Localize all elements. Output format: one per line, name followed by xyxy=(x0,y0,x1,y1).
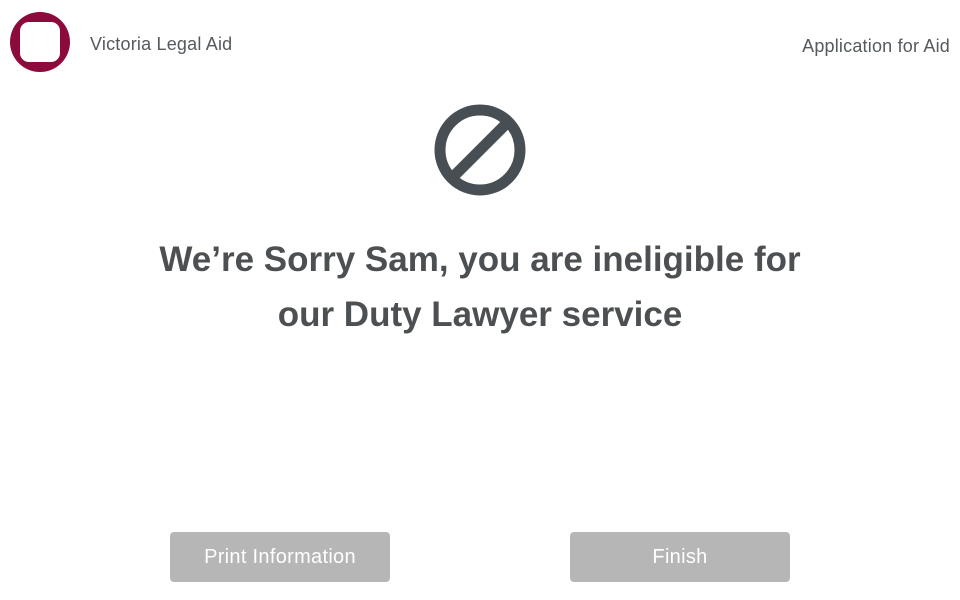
ineligibility-message: We’re Sorry Sam, you are ineligible for … xyxy=(0,232,960,342)
message-line-1: We’re Sorry Sam, you are ineligible for xyxy=(159,240,801,279)
application-title: Application for Aid xyxy=(802,36,950,56)
prohibited-icon xyxy=(434,104,526,196)
logo-inner-square xyxy=(20,22,60,62)
vla-logo-icon xyxy=(10,12,70,72)
finish-button[interactable]: Finish xyxy=(570,532,790,582)
organization-name: Victoria Legal Aid xyxy=(90,34,233,54)
message-line-2: our Duty Lawyer service xyxy=(277,295,683,334)
print-information-button[interactable]: Print Information xyxy=(170,532,390,582)
ineligible-page: Victoria Legal Aid Application for Aid W… xyxy=(0,0,960,600)
